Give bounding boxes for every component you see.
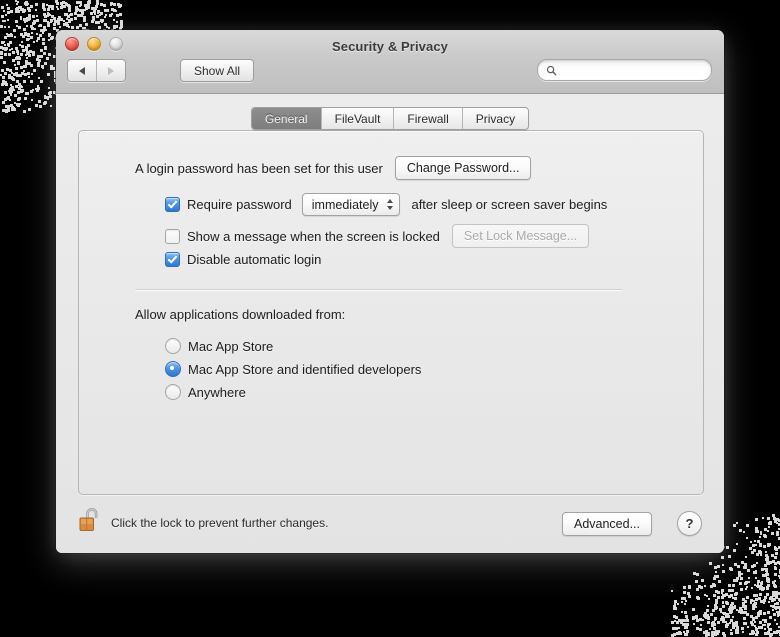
tab-general-label: General [265,112,308,126]
advanced-button[interactable]: Advanced... [562,512,652,536]
section-divider [135,289,622,290]
help-button[interactable]: ? [677,511,702,536]
radio-mac-app-store[interactable]: Mac App Store [165,338,273,354]
login-password-status: A login password has been set for this u… [135,161,383,176]
radio-anywhere[interactable]: Anywhere [165,384,246,400]
tab-firewall[interactable]: Firewall [393,108,461,129]
radio-anywhere-label: Anywhere [188,385,246,400]
search-input[interactable] [562,63,686,77]
require-password-delay-popup[interactable]: immediately [302,193,401,216]
radio-mac-app-store-label: Mac App Store [188,339,273,354]
lock-message-row: Show a message when the screen is locked… [165,224,589,248]
search-icon [546,65,557,76]
tab-filevault[interactable]: FileVault [321,108,394,129]
change-password-label: Change Password... [407,161,520,175]
help-label: ? [686,516,694,531]
search-field[interactable] [537,59,712,81]
allow-apps-heading-row: Allow applications downloaded from: [135,307,345,322]
tab-firewall-label: Firewall [407,112,448,126]
security-privacy-window: Security & Privacy Show All Genera [56,30,724,553]
radio-identified-developers-label: Mac App Store and identified developers [188,362,421,377]
popup-arrows-icon [387,199,393,210]
disable-auto-login-checkbox[interactable] [165,252,180,267]
allow-apps-heading: Allow applications downloaded from: [135,307,345,322]
window-title: Security & Privacy [56,39,724,54]
back-button[interactable] [68,60,96,81]
advanced-label: Advanced... [574,517,640,531]
change-password-button[interactable]: Change Password... [395,156,532,180]
set-lock-message-label: Set Lock Message... [464,229,577,243]
radio-anywhere-control[interactable] [165,384,181,400]
disable-auto-login-row: Disable automatic login [165,252,321,267]
preference-footer: Click the lock to prevent further change… [56,492,724,553]
require-password-suffix: after sleep or screen saver begins [411,197,607,212]
forward-arrow-icon [108,67,114,75]
radio-identified-developers[interactable]: Mac App Store and identified developers [165,361,421,377]
navigation-segmented-control [67,59,126,82]
radio-identified-developers-control[interactable] [165,361,181,377]
radio-mac-app-store-control[interactable] [165,338,181,354]
general-pane: A login password has been set for this u… [78,130,704,495]
show-all-label: Show All [194,64,240,78]
login-password-row: A login password has been set for this u… [135,156,531,180]
lock-message-checkbox[interactable] [165,229,180,244]
require-password-delay-value: immediately [312,198,379,212]
lock-message-label: Show a message when the screen is locked [187,229,440,244]
require-password-label: Require password [187,197,292,212]
set-lock-message-button[interactable]: Set Lock Message... [452,224,589,248]
tab-general[interactable]: General [252,108,321,129]
window-titlebar[interactable]: Security & Privacy Show All [56,30,724,94]
lock-hint-text: Click the lock to prevent further change… [111,516,328,530]
tab-filevault-label: FileVault [335,112,381,126]
require-password-row: Require password immediately after sleep… [165,193,607,216]
forward-button[interactable] [96,60,125,81]
unlocked-padlock-icon[interactable] [78,506,104,534]
show-all-button[interactable]: Show All [180,59,254,82]
require-password-checkbox[interactable] [165,197,180,212]
window-body: General FileVault Firewall Privacy A log… [56,94,724,553]
tab-privacy-label: Privacy [476,112,515,126]
tab-privacy[interactable]: Privacy [462,108,528,129]
preference-tab-bar: General FileVault Firewall Privacy [56,107,724,130]
disable-auto-login-label: Disable automatic login [187,252,321,267]
back-arrow-icon [79,67,85,75]
